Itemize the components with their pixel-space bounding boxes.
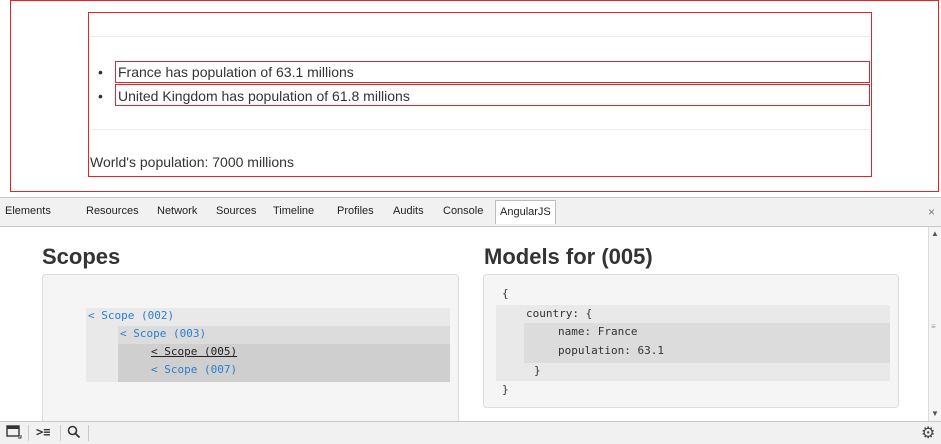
scope-item-002[interactable]: < Scope (002) xyxy=(88,309,174,322)
scroll-down-icon[interactable]: ▼ xyxy=(931,409,939,418)
toolbar-separator xyxy=(60,425,61,441)
country-list-item-2: United Kingdom has population of 61.8 mi… xyxy=(118,88,410,104)
toolbar-separator xyxy=(28,425,29,441)
page-viewport: • France has population of 63.1 millions… xyxy=(0,0,941,197)
model-line: } xyxy=(534,364,541,377)
scope-item-003[interactable]: < Scope (003) xyxy=(120,327,206,340)
settings-gear-icon[interactable]: ⚙ xyxy=(921,423,935,443)
search-icon-svg xyxy=(67,425,81,439)
tab-profiles[interactable]: Profiles xyxy=(337,205,374,217)
scopes-tree-well: < Scope (002) < Scope (003) < Scope (005… xyxy=(42,274,459,421)
scope-item-007[interactable]: < Scope (007) xyxy=(151,363,237,376)
tab-resources[interactable]: Resources xyxy=(86,205,139,217)
tab-console[interactable]: Console xyxy=(443,205,483,217)
tab-sources[interactable]: Sources xyxy=(216,205,256,217)
model-line: { xyxy=(502,287,509,300)
models-heading: Models for (005) xyxy=(484,244,653,269)
devtools-tab-bar: Elements Resources Network Sources Timel… xyxy=(0,197,941,227)
toolbar-separator xyxy=(88,425,89,441)
divider-bottom xyxy=(90,129,870,130)
bullet: • xyxy=(98,64,103,80)
panel-scrollbar[interactable]: ▲ ≡ ▼ xyxy=(928,227,941,421)
models-well: { country: { name: France population: 63… xyxy=(483,274,899,408)
tab-network[interactable]: Network xyxy=(157,205,197,217)
scopes-heading: Scopes xyxy=(42,244,121,269)
dock-icon[interactable] xyxy=(6,425,22,442)
devtools-bottom-toolbar: >≡ ⚙ xyxy=(0,421,941,444)
search-icon[interactable] xyxy=(67,425,81,442)
tab-audits[interactable]: Audits xyxy=(393,205,424,217)
close-icon[interactable]: × xyxy=(928,205,935,219)
tab-angularjs[interactable]: AngularJS xyxy=(495,200,556,224)
scope-item-005[interactable]: < Scope (005) xyxy=(151,345,237,358)
console-drawer-icon[interactable]: >≡ xyxy=(36,425,50,439)
model-line: population: 63.1 xyxy=(558,344,664,357)
scroll-grip-icon[interactable]: ≡ xyxy=(931,322,936,331)
angularjs-panel: Scopes < Scope (002) < Scope (003) < Sco… xyxy=(0,227,928,421)
model-line: country: { xyxy=(526,307,593,320)
model-line: } xyxy=(502,383,509,396)
world-population-text: World's population: 7000 millions xyxy=(90,154,294,170)
tab-timeline[interactable]: Timeline xyxy=(273,205,314,217)
bullet: • xyxy=(98,88,103,104)
model-line: name: France xyxy=(558,325,638,338)
divider-top xyxy=(90,36,870,37)
dock-icon-svg xyxy=(6,425,22,439)
scroll-up-icon[interactable]: ▲ xyxy=(931,229,939,238)
tab-elements[interactable]: Elements xyxy=(5,205,51,217)
country-list-item-1: France has population of 63.1 millions xyxy=(118,64,354,80)
